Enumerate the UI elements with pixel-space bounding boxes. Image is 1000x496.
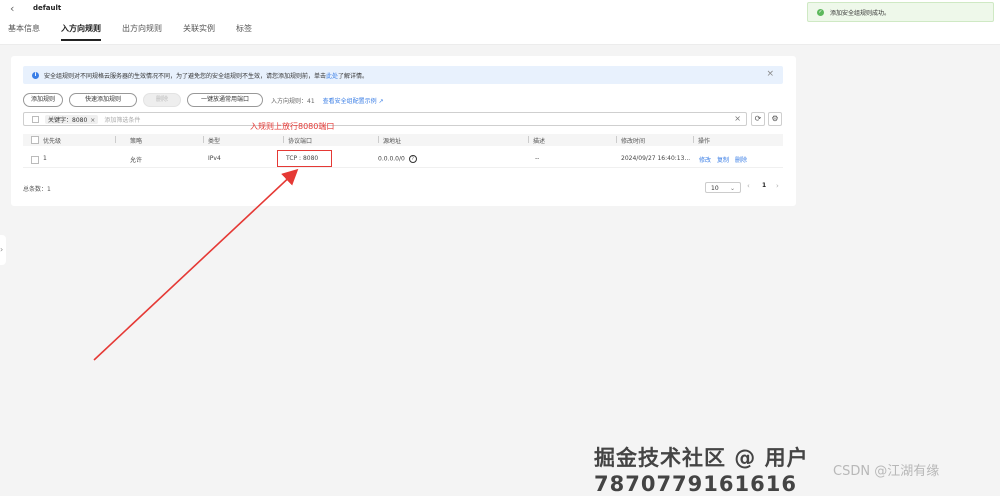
delete-link[interactable]: 删除 — [735, 157, 747, 164]
col-description: 描述 — [533, 138, 546, 145]
toast-text: 添加安全组规则成功。 — [830, 9, 891, 17]
view-example-link[interactable]: 查看安全组配置示例 ↗ — [323, 96, 384, 105]
cell-type: IPv4 — [208, 155, 221, 162]
view-example-text: 查看安全组配置示例 — [322, 97, 377, 105]
annotation-label: 入规则上放行8080端口 — [250, 122, 335, 131]
rule-count: 入方向规则：41 — [271, 97, 315, 105]
info-banner: i 安全组规则对不同规格云服务器的生效情况不同，为了避免您的安全组规则不生效，请… — [23, 66, 783, 84]
tab-bar: 基本信息 入方向规则 出方向规则 关联实例 标签 — [8, 23, 273, 41]
success-toast: ✓ 添加安全组规则成功。 — [807, 2, 994, 22]
col-protocol-port: 协议端口 — [288, 138, 313, 145]
external-link-icon: ↗ — [378, 97, 384, 105]
sidebar-expand-handle[interactable]: › — [0, 235, 6, 265]
column-divider — [528, 136, 529, 143]
annotation-highlight-box — [277, 150, 332, 167]
delete-button[interactable]: 删除 — [143, 93, 181, 107]
cell-policy: 允许 — [130, 157, 143, 164]
select-all-checkbox[interactable] — [31, 136, 39, 144]
filter-tag-label: 关键字：8080 — [48, 116, 88, 124]
tab-inbound-rules[interactable]: 入方向规则 — [61, 23, 101, 41]
filter-bar[interactable]: 关键字：8080 × 添加筛选条件 × — [23, 112, 747, 126]
table-row: 1 允许 IPv4 TCP : 8080 0.0.0.0/0? -- 2024/… — [23, 153, 783, 168]
help-icon[interactable]: ? — [408, 155, 417, 163]
close-icon[interactable]: × — [766, 69, 774, 79]
gear-icon[interactable]: ⚙ — [768, 112, 782, 126]
info-text-after: 了解详情。 — [338, 72, 369, 80]
col-type: 类型 — [208, 138, 221, 145]
cell-actions: 修改 复制 删除 — [699, 155, 753, 164]
close-icon[interactable]: × — [90, 117, 95, 124]
cell-description: -- — [535, 155, 540, 162]
page-size-select[interactable]: 10 ⌄ — [705, 182, 741, 193]
add-rule-button[interactable]: 添加规则 — [23, 93, 63, 107]
info-details-link[interactable]: 此处 — [326, 73, 338, 80]
cell-source: 0.0.0.0/0? — [378, 155, 417, 163]
row-checkbox[interactable] — [31, 156, 39, 164]
clear-icon[interactable]: × — [734, 114, 741, 123]
allow-common-ports-button[interactable]: 一键放通常用端口 — [187, 93, 263, 107]
tab-outbound-rules[interactable]: 出方向规则 — [122, 23, 162, 41]
col-source: 源地址 — [383, 138, 402, 145]
tab-tags[interactable]: 标签 — [236, 23, 252, 41]
quick-add-rule-button[interactable]: 快速添加规则 — [69, 93, 137, 107]
source-value: 0.0.0.0/0 — [378, 155, 405, 163]
cell-priority: 1 — [43, 155, 47, 162]
chevron-left-icon[interactable]: ‹ — [10, 2, 14, 15]
column-divider — [203, 136, 204, 143]
column-divider — [693, 136, 694, 143]
info-icon: i — [32, 71, 39, 79]
check-circle-icon: ✓ — [817, 8, 824, 16]
page-size-value: 10 — [711, 185, 719, 192]
watermark-secondary: CSDN @江湖有缘 — [833, 464, 940, 479]
col-policy: 策略 — [130, 138, 143, 145]
current-page[interactable]: 1 — [762, 182, 766, 189]
info-text-before: 安全组规则对不同规格云服务器的生效情况不同，为了避免您的安全组规则不生效，请您添… — [44, 72, 327, 80]
chevron-down-icon: ⌄ — [729, 185, 735, 192]
next-page-icon[interactable]: › — [776, 182, 779, 190]
tab-associated-instances[interactable]: 关联实例 — [183, 23, 215, 41]
refresh-icon[interactable]: ⟳ — [751, 112, 765, 126]
cell-modified: 2024/09/27 16:40:13... — [621, 155, 691, 162]
col-priority[interactable]: 优先级 — [43, 136, 61, 145]
search-icon — [32, 115, 39, 123]
toolbar: 添加规则 快速添加规则 删除 一键放通常用端口 入方向规则：41 查看安全组配置… — [23, 93, 384, 107]
rules-card: i 安全组规则对不同规格云服务器的生效情况不同，为了避免您的安全组规则不生效，请… — [11, 56, 796, 206]
page-title: default — [33, 4, 62, 12]
filter-placeholder[interactable]: 添加筛选条件 — [104, 115, 140, 124]
copy-link[interactable]: 复制 — [717, 157, 729, 164]
col-actions: 操作 — [698, 138, 711, 145]
column-divider — [616, 136, 617, 143]
column-divider — [115, 136, 116, 143]
total-count: 总条数：1 — [23, 186, 51, 193]
tab-basic-info[interactable]: 基本信息 — [8, 23, 40, 41]
col-modified: 修改时间 — [621, 138, 646, 145]
table-header: 优先级 策略 类型 协议端口 源地址 描述 修改时间 操作 — [23, 134, 783, 146]
column-divider — [283, 136, 284, 143]
info-text: 安全组规则对不同规格云服务器的生效情况不同，为了避免您的安全组规则不生效，请您添… — [44, 71, 368, 80]
prev-page-icon[interactable]: ‹ — [747, 182, 750, 190]
filter-tag: 关键字：8080 × — [45, 114, 99, 124]
edit-link[interactable]: 修改 — [699, 157, 711, 164]
column-divider — [378, 136, 379, 143]
